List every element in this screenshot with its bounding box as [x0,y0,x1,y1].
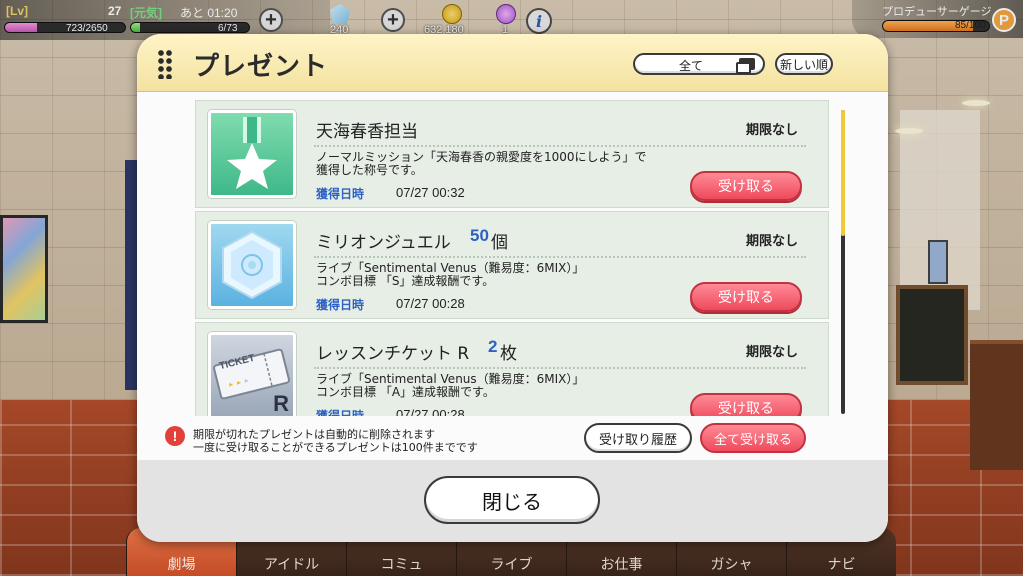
present-item: TICKET R レッスンチケット R 2 枚 期限なし ライブ「Sentime… [195,322,829,416]
present-item: 天海春香担当 期限なし ノーマルミッション「天海春香の親愛度を1000にしよう」… [195,100,829,208]
present-quantity: 50 [470,226,489,245]
item-divider [314,145,806,147]
description-line: コンボ目標 「S」達成報酬です。 [316,274,495,288]
present-description: ノーマルミッション「天海春香の親愛度を1000にしよう」で 獲得した称号です。 [316,151,686,177]
receive-all-button[interactable]: 全て受け取る [700,423,806,453]
present-name: 天海春香担当 [316,122,418,142]
warning-icon: ! [165,426,185,446]
receive-button[interactable]: 受け取る [690,171,802,201]
receive-button[interactable]: 受け取る [690,282,802,312]
present-name: ミリオンジュエル [316,233,451,253]
window-toggle-icon [736,58,755,74]
grip-dots-icon [157,49,173,79]
dialog-header: プレゼント 全て 新しい順 [137,34,888,92]
jewel-icon [208,221,296,309]
present-box-dialog: プレゼント 全て 新しい順 天海春香担当 期限なし ノーマルミッション「天海春香… [137,34,888,542]
present-expiry: 期限なし [746,345,799,360]
present-unit: 枚 [500,344,517,364]
item-divider [314,367,806,369]
present-name: レッスンチケット R [316,344,470,364]
acquired-date: 07/27 00:28 [396,296,465,311]
present-expiry: 期限なし [746,123,799,138]
sort-button[interactable]: 新しい順 [775,53,833,75]
receive-button[interactable]: 受け取る [690,393,802,416]
description-line: コンボ目標 「A」達成報酬です。 [316,385,495,399]
notice-line: 一度に受け取ることができるプレゼントは100件までです [193,441,478,454]
dialog-title: プレゼント [193,52,329,82]
present-description: ライブ「Sentimental Venus（難易度：6MIX）」 コンボ目標 「… [316,262,686,288]
item-divider [314,256,806,258]
present-quantity: 2 [488,337,498,356]
lesson-ticket-icon: TICKET R [208,332,296,416]
present-item: ミリオンジュエル 50 個 期限なし ライブ「Sentimental Venus… [195,211,829,319]
list-scrollbar-thumb[interactable] [841,110,845,236]
receive-history-button[interactable]: 受け取り履歴 [584,423,692,453]
present-description: ライブ「Sentimental Venus（難易度：6MIX）」 コンボ目標 「… [316,373,686,399]
notice-text: 期限が切れたプレゼントは自動的に削除されます 一度に受け取ることができるプレゼン… [193,428,478,454]
acquired-date: 07/27 00:28 [396,407,465,416]
present-unit: 個 [491,233,508,253]
filter-value: 全て [679,59,704,73]
acquired-date-label: 獲得日時 [316,409,365,416]
medal-star-icon [208,110,296,198]
notice-line: 期限が切れたプレゼントは自動的に削除されます [193,428,435,441]
acquired-date-label: 獲得日時 [316,187,365,201]
rank-letter: R [273,391,289,416]
description-line: 獲得した称号です。 [316,163,423,177]
filter-dropdown[interactable]: 全て [633,53,765,75]
acquired-date: 07/27 00:32 [396,185,465,200]
close-button[interactable]: 閉じる [424,476,600,524]
acquired-date-label: 獲得日時 [316,298,365,312]
present-expiry: 期限なし [746,234,799,249]
present-list[interactable]: 天海春香担当 期限なし ノーマルミッション「天海春香の親愛度を1000にしよう」… [195,98,829,416]
